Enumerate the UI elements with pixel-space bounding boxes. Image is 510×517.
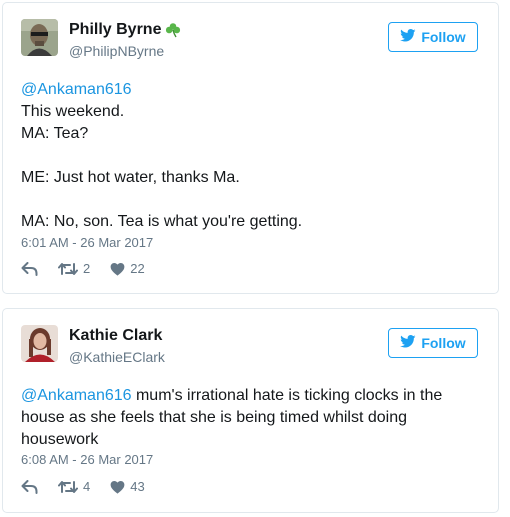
follow-button-label: Follow <box>421 29 466 45</box>
like-count: 43 <box>130 479 145 494</box>
display-name-text: Philly Byrne <box>69 21 162 38</box>
reply-icon <box>21 479 38 494</box>
follow-button[interactable]: Follow <box>388 328 478 358</box>
retweet-count: 4 <box>83 479 91 494</box>
follow-button[interactable]: Follow <box>388 22 478 52</box>
reply-icon <box>21 261 38 276</box>
avatar[interactable] <box>21 325 58 362</box>
retweet-icon <box>58 480 78 494</box>
like-count: 22 <box>130 261 145 276</box>
display-name[interactable]: Philly Byrne <box>69 21 181 39</box>
retweet-icon <box>58 262 78 276</box>
reply-button[interactable] <box>21 479 38 494</box>
tweet-text: @Ankaman616 mum's irrational hate is tic… <box>21 385 478 451</box>
twitter-bird-icon <box>400 335 421 351</box>
tweet-text-content: This weekend. MA: Tea? ME: Just hot wate… <box>21 103 303 230</box>
tweet-actions: 2 22 <box>21 261 165 276</box>
user-handle[interactable]: @PhilipNByrne <box>69 43 164 59</box>
reply-button[interactable] <box>21 261 38 276</box>
heart-icon <box>110 480 125 494</box>
retweet-count: 2 <box>83 261 91 276</box>
mention-link[interactable]: @Ankaman616 <box>21 81 132 98</box>
timestamp[interactable]: 6:01 AM - 26 Mar 2017 <box>21 235 153 250</box>
like-button[interactable]: 22 <box>110 261 145 276</box>
avatar[interactable] <box>21 19 58 56</box>
retweet-button[interactable]: 2 <box>58 261 90 276</box>
timestamp[interactable]: 6:08 AM - 26 Mar 2017 <box>21 452 153 467</box>
tweet-card: Philly Byrne @PhilipNByrne Follow @Ankam… <box>2 2 499 294</box>
display-name[interactable]: Kathie Clark <box>69 327 162 345</box>
display-name-text: Kathie Clark <box>69 327 163 344</box>
tweet-card: Kathie Clark @KathieEClark Follow @Ankam… <box>2 308 499 513</box>
tweet-text: @Ankaman616 This weekend. MA: Tea? ME: J… <box>21 79 478 233</box>
heart-icon <box>110 262 125 276</box>
follow-button-label: Follow <box>421 335 466 351</box>
twitter-bird-icon <box>400 29 421 45</box>
like-button[interactable]: 43 <box>110 479 145 494</box>
user-handle[interactable]: @KathieEClark <box>69 349 165 365</box>
shamrock-icon <box>165 22 181 38</box>
retweet-button[interactable]: 4 <box>58 479 90 494</box>
mention-link[interactable]: @Ankaman616 <box>21 387 132 404</box>
tweet-actions: 4 43 <box>21 479 165 494</box>
